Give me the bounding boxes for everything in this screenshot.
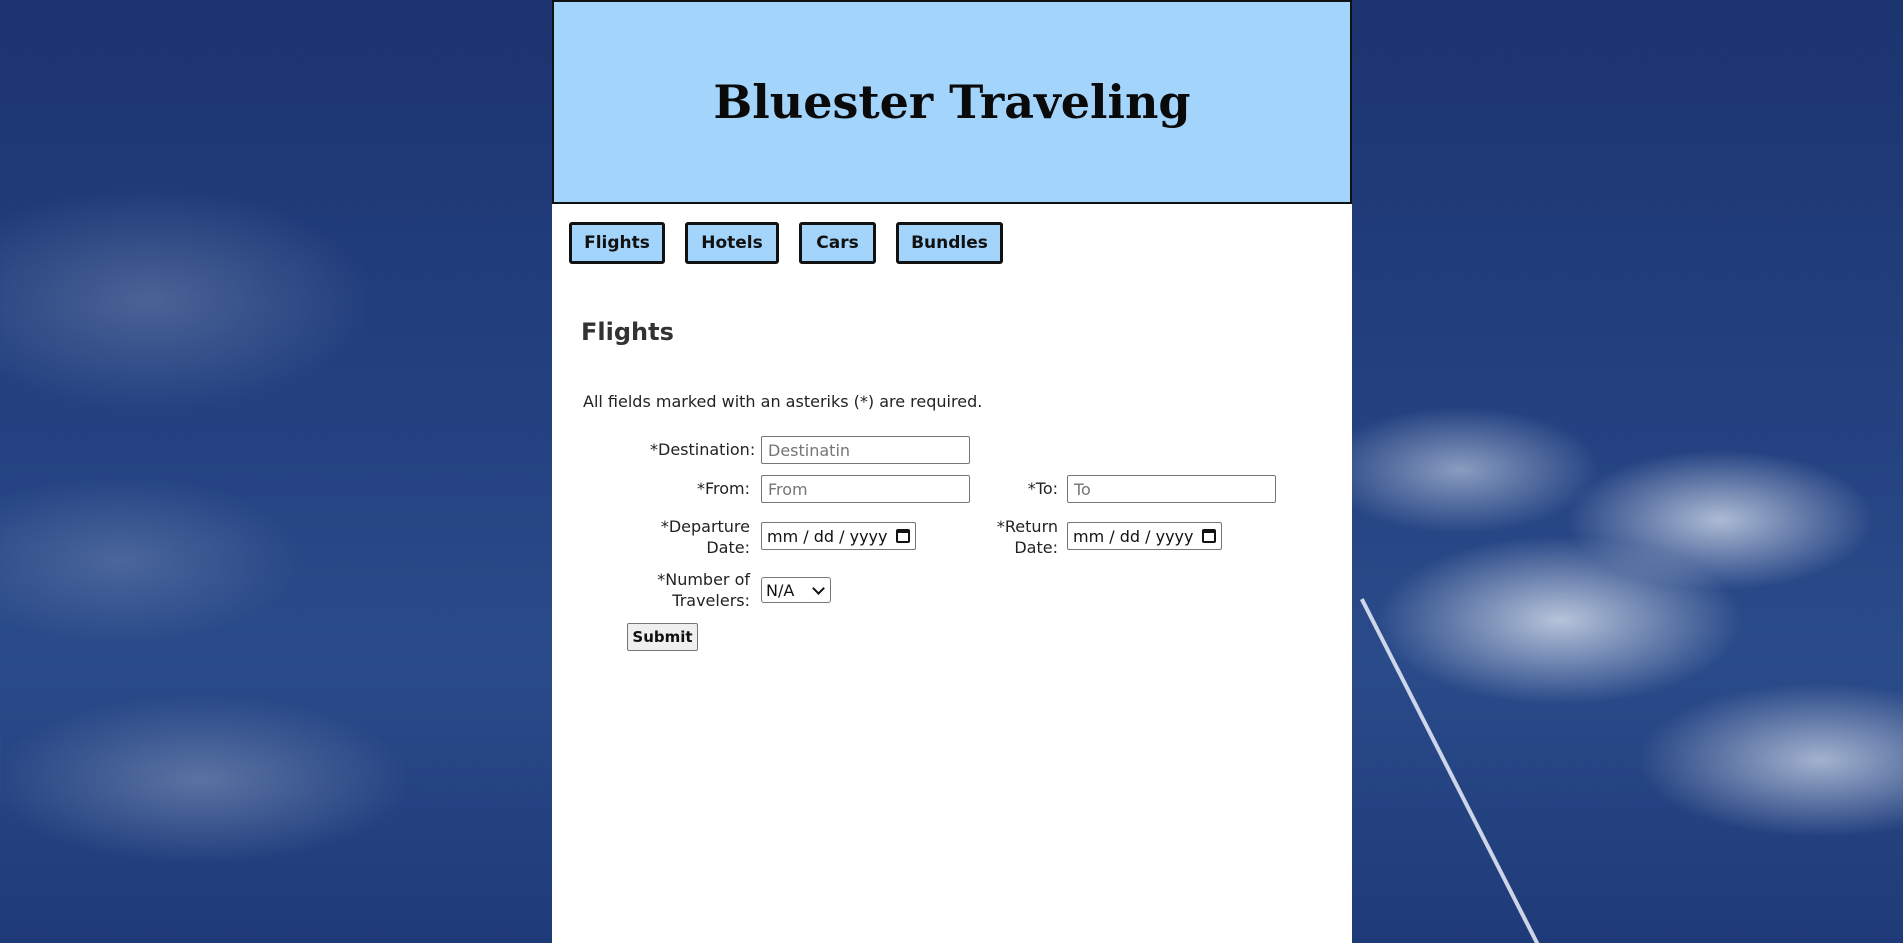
return-date-label-line1: *Return [996, 517, 1058, 536]
nav-button-hotels[interactable]: Hotels [685, 222, 779, 264]
return-date-value: mm / dd / yyyy [1073, 526, 1194, 546]
departure-date-label-line1: *Departure [660, 517, 750, 536]
destination-input[interactable] [761, 436, 970, 464]
departure-date-input[interactable]: mm / dd / yyyy [761, 522, 916, 550]
return-date-label-line2: Date: [1014, 538, 1058, 557]
chevron-down-icon [812, 581, 825, 595]
from-input[interactable] [761, 475, 970, 503]
nav-button-cars[interactable]: Cars [799, 222, 876, 264]
return-date-input[interactable]: mm / dd / yyyy [1067, 522, 1222, 550]
travelers-label: *Number of Travelers: [630, 569, 750, 611]
site-title: Bluester Traveling [713, 75, 1191, 129]
from-label: *From: [696, 479, 750, 498]
travelers-label-line1: *Number of [657, 570, 750, 589]
destination-label: *Destination: [650, 440, 756, 459]
nav-button-bundles[interactable]: Bundles [896, 222, 1003, 264]
site-header: Bluester Traveling [552, 0, 1352, 204]
nav-button-flights[interactable]: Flights [569, 222, 665, 264]
submit-button[interactable]: Submit [627, 623, 698, 651]
departure-date-value: mm / dd / yyyy [767, 526, 888, 546]
calendar-icon[interactable] [896, 529, 910, 543]
page-container: Bluester Traveling Flights Hotels Cars B… [552, 0, 1352, 943]
travelers-selected-value: N/A [766, 580, 795, 600]
section-title: Flights [581, 318, 674, 346]
travelers-label-line2: Travelers: [672, 591, 750, 610]
to-label: *To: [1027, 479, 1058, 498]
calendar-icon[interactable] [1202, 529, 1216, 543]
departure-date-label: *Departure Date: [650, 516, 750, 558]
travelers-select[interactable]: N/A [761, 577, 831, 603]
background-contrail [1360, 598, 1555, 943]
departure-date-label-line2: Date: [706, 538, 750, 557]
required-fields-note: All fields marked with an asteriks (*) a… [583, 392, 983, 411]
main-nav: Flights Hotels Cars Bundles [569, 222, 1003, 264]
return-date-label: *Return Date: [972, 516, 1058, 558]
to-input[interactable] [1067, 475, 1276, 503]
